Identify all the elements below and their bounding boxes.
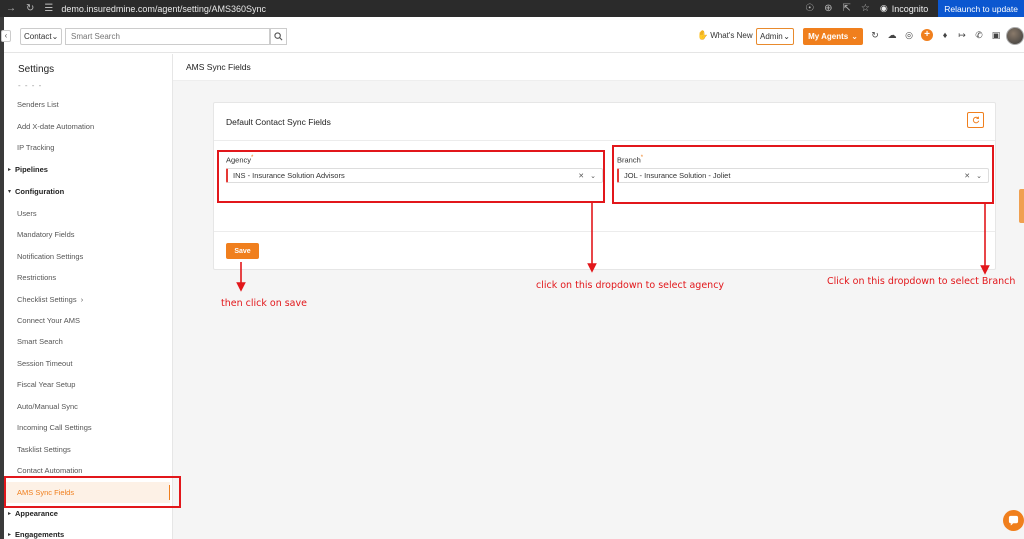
address-bar[interactable]: ☰ demo.insuredmine.com/agent/setting/AMS… <box>44 3 266 14</box>
bell-icon[interactable]: ♦ <box>940 30 950 40</box>
role-select[interactable]: Admin ⌄ <box>756 28 794 45</box>
annotation-branch-note: Click on this dropdown to select Branch <box>827 276 1016 287</box>
save-button[interactable]: Save <box>226 243 259 259</box>
add-icon[interactable]: + <box>921 29 933 41</box>
chevron-down-icon: ⌄ <box>51 32 59 41</box>
search-icon <box>274 32 283 41</box>
sidebar-item-senders-list[interactable]: Senders List <box>17 100 59 109</box>
target-icon[interactable]: ◎ <box>904 30 914 41</box>
main-content: AMS Sync Fields Default Contact Sync Fie… <box>173 54 1024 539</box>
page-title-bar: AMS Sync Fields <box>173 54 1024 81</box>
sidebar-item-contact-automation[interactable]: Contact Automation <box>17 466 82 475</box>
sidebar-item-smart-search[interactable]: Smart Search <box>17 337 63 346</box>
sidebar-item-label: Checklist Settings <box>17 295 77 304</box>
sidebar-section-engagements[interactable]: ▸ Engagements <box>8 530 64 539</box>
annotation-box-branch <box>612 145 994 204</box>
card-title: Default Contact Sync Fields <box>226 117 331 127</box>
incognito-indicator[interactable]: ◉ Incognito <box>880 3 928 14</box>
settings-sidebar: Settings - - - - Senders List Add X-date… <box>4 54 173 539</box>
my-agents-label: My Agents <box>808 32 849 41</box>
annotation-box-sidebar-item <box>4 476 181 508</box>
incognito-icon: ◉ <box>879 3 888 13</box>
avatar[interactable] <box>1006 27 1024 45</box>
sidebar-section-label: Configuration <box>15 187 65 196</box>
refresh-button[interactable] <box>967 112 984 128</box>
bookmark-star-icon[interactable]: ☆ <box>861 3 870 14</box>
header-icon-group: ↻ ☁ ◎ + ♦ ↦ ✆ ▣ ▮ <box>870 29 1018 41</box>
sidebar-item-notification-settings[interactable]: Notification Settings <box>17 252 83 261</box>
chip-icon[interactable]: ▣ <box>991 30 1001 41</box>
sidebar-item-fiscal-year[interactable]: Fiscal Year Setup <box>17 380 75 389</box>
caret-right-icon: ▸ <box>8 511 12 517</box>
annotation-box-agency <box>217 150 605 203</box>
feedback-tab[interactable] <box>1019 189 1024 223</box>
search-button[interactable] <box>270 28 287 45</box>
whats-new-link[interactable]: ✋ What's New <box>697 30 753 41</box>
chevron-down-icon: ⌄ <box>851 32 858 41</box>
chevron-right-icon: › <box>78 295 84 304</box>
chevron-down-icon: ⌄ <box>783 32 790 41</box>
caret-right-icon: ▸ <box>8 532 12 538</box>
smart-search-input[interactable] <box>65 28 270 45</box>
sidebar-section-pipelines[interactable]: ▸ Pipelines <box>8 165 48 174</box>
url-text: demo.insuredmine.com/agent/setting/AMS36… <box>61 3 266 14</box>
sidebar-section-label: Engagements <box>15 530 65 539</box>
sidebar-collapse-button[interactable]: ‹ <box>1 30 11 42</box>
refresh-icon <box>972 116 979 124</box>
divider <box>214 231 995 232</box>
sidebar-item-users[interactable]: Users <box>17 209 37 218</box>
sync-icon[interactable]: ↻ <box>870 30 880 41</box>
sidebar-item-ip-tracking[interactable]: IP Tracking <box>17 143 54 152</box>
divider <box>214 140 995 141</box>
sidebar-section-appearance[interactable]: ▸ Appearance <box>8 509 58 518</box>
caret-right-icon: ▸ <box>8 167 12 173</box>
role-select-value: Admin <box>760 32 783 41</box>
page-title: AMS Sync Fields <box>186 62 251 72</box>
caret-down-icon: ▾ <box>8 189 12 195</box>
annotation-save-note: then click on save <box>221 298 307 309</box>
eye-off-icon[interactable]: ☉ <box>805 3 814 14</box>
share-icon[interactable]: ⇱ <box>843 3 851 14</box>
sidebar-item-auto-manual-sync[interactable]: Auto/Manual Sync <box>17 402 78 411</box>
scroll-indicator: - - - - <box>18 81 43 90</box>
logout-icon[interactable]: ↦ <box>957 30 967 41</box>
sidebar-title: Settings <box>18 64 55 75</box>
cloud-icon[interactable]: ☁ <box>887 30 897 41</box>
annotation-agency-note: click on this dropdown to select agency <box>536 280 725 291</box>
incognito-label: Incognito <box>891 3 929 14</box>
sidebar-item-tasklist-settings[interactable]: Tasklist Settings <box>17 445 71 454</box>
sidebar-item-restrictions[interactable]: Restrictions <box>17 273 56 282</box>
sidebar-section-label: Pipelines <box>15 165 48 174</box>
sidebar-item-connect-ams[interactable]: Connect Your AMS <box>17 316 80 325</box>
whats-new-label: What's New <box>710 31 753 40</box>
my-agents-button[interactable]: My Agents ⌄ <box>803 28 863 45</box>
chat-button[interactable] <box>1003 510 1024 531</box>
hand-icon: ✋ <box>697 30 709 40</box>
contact-select-value: Contact <box>24 32 52 41</box>
sidebar-item-checklist-settings[interactable]: Checklist Settings › <box>17 295 83 304</box>
site-info-icon[interactable]: ☰ <box>44 3 53 14</box>
sidebar-section-label: Appearance <box>15 509 58 518</box>
reload-icon[interactable]: ↻ <box>26 3 34 14</box>
phone-icon[interactable]: ✆ <box>974 30 984 41</box>
sidebar-item-add-xdate[interactable]: Add X-date Automation <box>17 122 94 131</box>
sidebar-section-configuration[interactable]: ▾ Configuration <box>8 187 64 196</box>
browser-toolbar: → ↻ ☰ demo.insuredmine.com/agent/setting… <box>0 0 1024 17</box>
zoom-icon[interactable]: ⊕ <box>824 3 832 14</box>
sidebar-item-mandatory-fields[interactable]: Mandatory Fields <box>17 230 75 239</box>
sidebar-item-session-timeout[interactable]: Session Timeout <box>17 359 72 368</box>
relaunch-button[interactable]: Relaunch to update <box>938 0 1024 17</box>
chat-icon <box>1008 515 1019 526</box>
contact-type-select[interactable]: Contact ⌄ <box>20 28 62 45</box>
back-icon[interactable]: → <box>6 3 16 14</box>
sidebar-item-incoming-call[interactable]: Incoming Call Settings <box>17 423 92 432</box>
